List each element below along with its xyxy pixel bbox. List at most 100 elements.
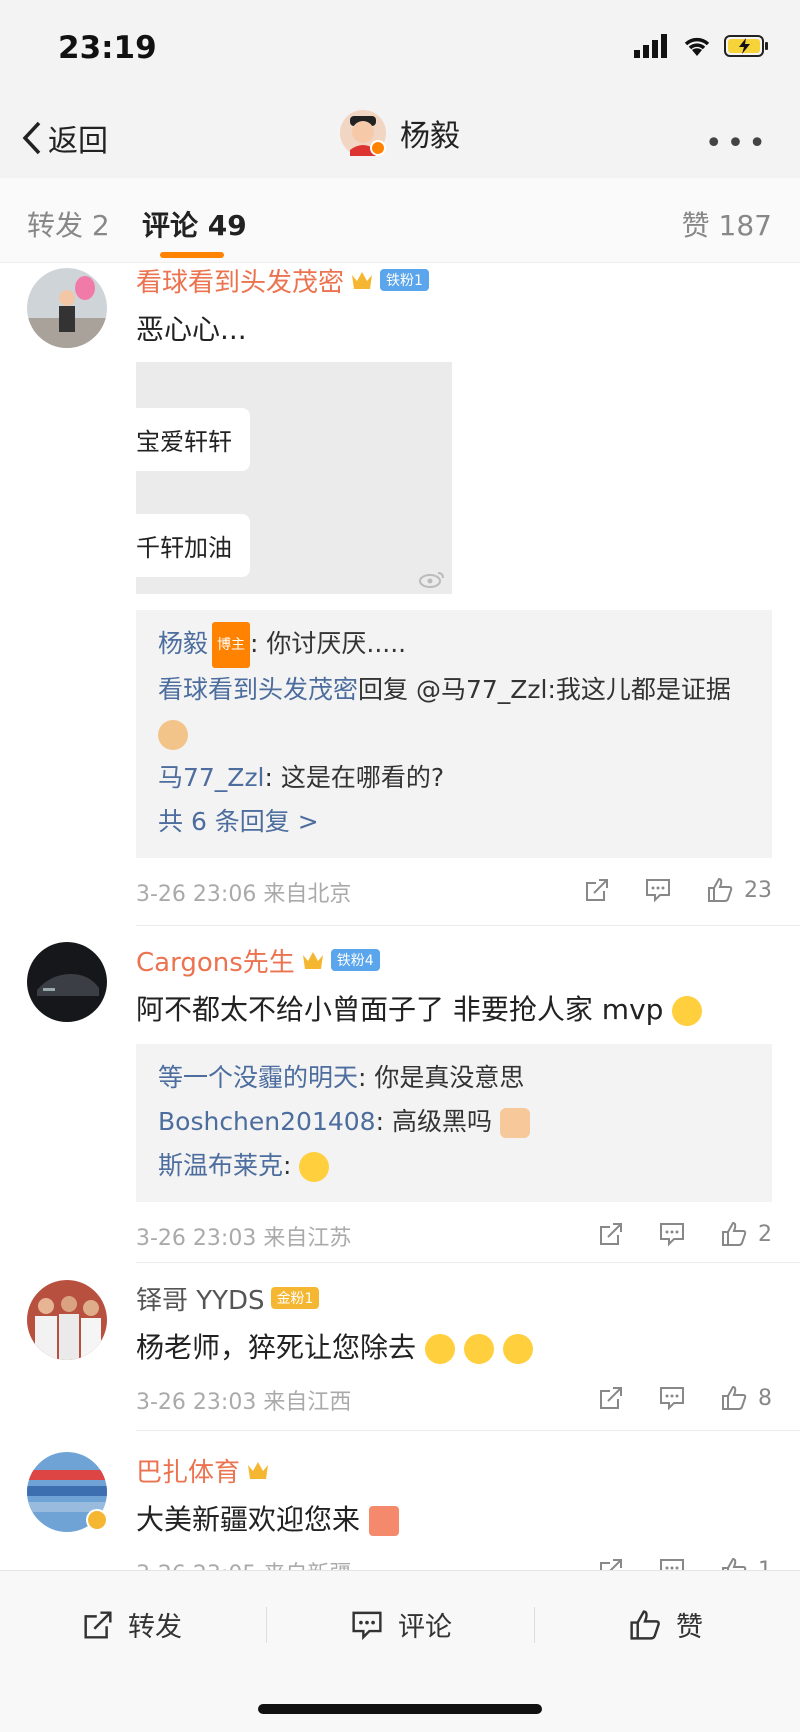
divider	[136, 925, 800, 926]
divider	[534, 1607, 535, 1643]
reply-line: 看球看到头发茂密回复 @马77_Zzl:我这儿都是证据	[158, 668, 750, 756]
comment-location: 来自北京	[263, 882, 352, 907]
comment-icon[interactable]	[644, 877, 672, 903]
comment-actions: 1	[598, 1556, 772, 1570]
reply-box[interactable]: 等一个没霾的明天: 你是真没意思 Boshchen201408: 高级黑吗 斯温…	[136, 1044, 772, 1202]
comment-image[interactable]: 宝爱轩轩 千轩加油	[136, 362, 452, 594]
share-icon[interactable]	[598, 1557, 624, 1570]
heart-emoji-icon	[424, 1334, 455, 1364]
share-icon	[84, 1610, 112, 1639]
comment-text: 大美新疆欢迎您来	[136, 1498, 772, 1538]
like-count: 23	[744, 877, 772, 903]
like-button[interactable]: 23	[706, 876, 772, 904]
comment-button[interactable]: 评论	[350, 1605, 452, 1644]
share-icon[interactable]	[598, 1385, 624, 1411]
divider	[136, 1262, 800, 1263]
laugh-cry-emoji-icon	[672, 996, 703, 1026]
comment-icon	[352, 1611, 382, 1640]
comment-user[interactable]: 巴扎体育	[136, 1452, 772, 1488]
battery-icon	[724, 35, 768, 57]
home-indicator[interactable]	[258, 1704, 542, 1714]
like-button[interactable]: 1	[720, 1556, 772, 1570]
share-icon[interactable]	[584, 877, 610, 903]
active-tab-indicator	[160, 252, 224, 258]
crown-icon	[352, 272, 373, 289]
like-count: 2	[758, 1221, 772, 1247]
comment-time: 3-26 23:03	[136, 1390, 257, 1415]
reply-author[interactable]: 等一个没霾的明天	[158, 1063, 358, 1092]
like-count: 8	[758, 1385, 772, 1411]
reply-box[interactable]: 杨毅 博主: 你讨厌厌..... 看球看到头发茂密回复 @马77_Zzl:我这儿都…	[136, 610, 772, 858]
comment-time: 3-26 23:06	[136, 882, 257, 907]
image-text-line: 千轩加油	[136, 514, 250, 577]
fan-badge: 铁粉1	[380, 269, 429, 291]
reply-text: : 这是在哪看的?	[264, 763, 445, 792]
owner-badge: 博主	[212, 622, 251, 668]
comment-location: 来自江苏	[263, 1226, 352, 1251]
reply-author[interactable]: 斯温布莱克	[158, 1151, 283, 1180]
repost-button[interactable]: 转发	[82, 1605, 182, 1644]
comment-icon[interactable]	[658, 1385, 686, 1411]
heart-emoji-icon	[502, 1334, 533, 1364]
reply-author[interactable]: Boshchen201408	[158, 1107, 376, 1136]
avatar[interactable]	[27, 1452, 108, 1532]
username[interactable]: 铎哥 YYDS	[136, 1280, 265, 1317]
share-icon[interactable]	[598, 1221, 624, 1247]
comment-actions: 23	[584, 876, 772, 904]
comment-location: 来自江西	[263, 1390, 352, 1415]
comment-actions: 8	[598, 1384, 772, 1412]
comment-icon[interactable]	[658, 1557, 686, 1570]
comment-meta: 3-26 23:05 来自新疆 1	[136, 1556, 772, 1570]
fan-badge: 铁粉4	[330, 949, 380, 971]
more-replies-link[interactable]: 共 6 条回复 >	[158, 800, 750, 844]
tab-repost[interactable]: 转发 2	[27, 204, 110, 244]
reply-author[interactable]: 看球看到头发茂密	[158, 675, 358, 704]
reply-text: : 高级黑吗	[375, 1107, 492, 1136]
comment-text-content: 大美新疆欢迎您来	[136, 1503, 361, 1536]
reply-line: 等一个没霾的明天: 你是真没意思	[158, 1056, 750, 1100]
author-avatar[interactable]	[340, 110, 386, 156]
reply-line: 斯温布莱克:	[158, 1144, 750, 1188]
avatar[interactable]	[27, 942, 107, 1022]
comment-body: 看球看到头发茂密 铁粉1 恶心心... 宝爱轩轩 千轩加油 杨毅 博主: 你讨厌厌…	[136, 262, 772, 916]
tab-bar: 转发 2 评论 49 赞 187	[0, 178, 800, 263]
thumbs-up-icon	[722, 1385, 747, 1410]
comment-text: 阿不都太不给小曾面子了 非要抢人家 mvp	[136, 988, 772, 1028]
username[interactable]: 巴扎体育	[136, 1452, 240, 1489]
comment-meta: 3-26 23:03 来自江苏 2	[136, 1220, 772, 1260]
like-button[interactable]: 8	[720, 1384, 772, 1412]
thumbs-up-icon	[722, 1557, 747, 1570]
reply-author[interactable]: 马77_Zzl	[158, 763, 265, 792]
username[interactable]: 看球看到头发茂密	[136, 262, 344, 299]
comment-location: 来自新疆	[263, 1562, 351, 1570]
reply-author[interactable]: 杨毅	[158, 629, 208, 658]
status-time: 23:19	[58, 30, 157, 66]
like-label: 赞	[676, 1612, 703, 1643]
like-count: 1	[758, 1557, 772, 1571]
doge-emoji-icon	[158, 720, 188, 750]
tab-comments[interactable]: 评论 49	[142, 204, 247, 244]
like-button[interactable]: 2	[720, 1220, 772, 1248]
like-button[interactable]: 赞	[628, 1605, 703, 1644]
zan-emoji-icon	[368, 1506, 399, 1536]
image-text-line: 宝爱轩轩	[136, 408, 250, 471]
more-button[interactable]: •••	[705, 126, 770, 161]
signal-icon	[634, 34, 667, 58]
tab-likes[interactable]: 赞 187	[682, 204, 772, 244]
comment-actions: 2	[598, 1220, 772, 1248]
comment-text-content: 阿不都太不给小曾面子了 非要抢人家 mvp	[136, 993, 664, 1026]
comment-body: Cargons先生 铁粉4 阿不都太不给小曾面子了 非要抢人家 mvp 等一个没…	[136, 942, 772, 1260]
comment-user[interactable]: 看球看到头发茂密 铁粉1	[136, 262, 772, 298]
thumbs-up-emoji-icon	[499, 1108, 530, 1138]
avatar[interactable]	[27, 1280, 107, 1360]
comment-time: 3-26 23:05	[136, 1562, 256, 1570]
username[interactable]: Cargons先生	[136, 942, 295, 979]
comment-icon[interactable]	[658, 1221, 686, 1247]
title-text: 杨毅	[400, 119, 460, 154]
comment-user[interactable]: Cargons先生 铁粉4	[136, 942, 772, 978]
avatar[interactable]	[27, 268, 107, 348]
reply-line: 杨毅 博主: 你讨厌厌.....	[158, 622, 750, 668]
weibo-watermark-icon	[419, 572, 444, 588]
comment-user[interactable]: 铎哥 YYDS 金粉1	[136, 1280, 772, 1316]
thinking-emoji-icon	[299, 1152, 330, 1182]
